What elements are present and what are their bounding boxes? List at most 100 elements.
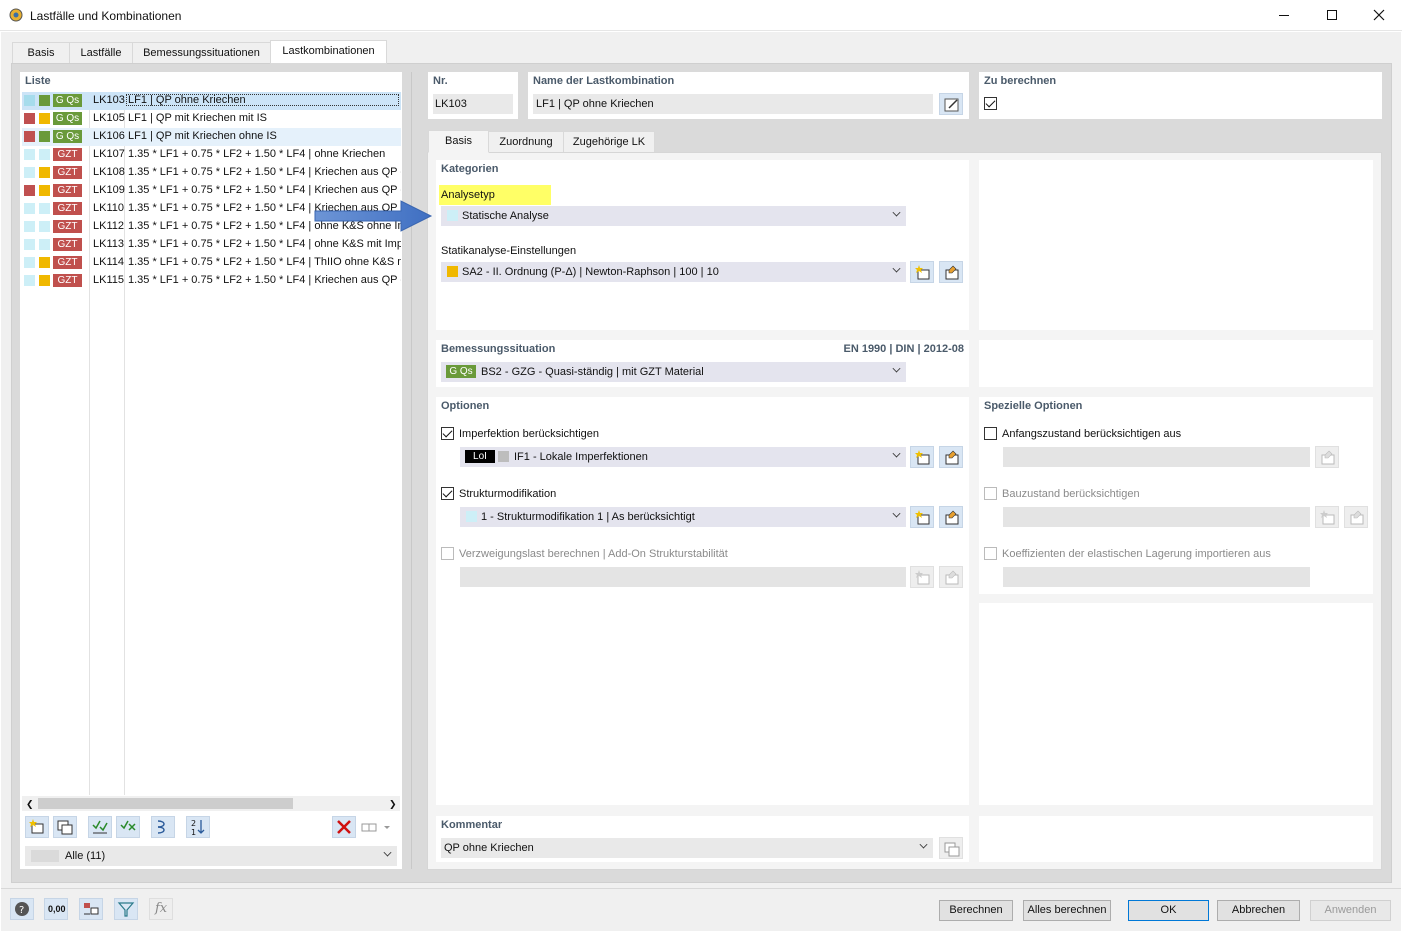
splitter[interactable] [411, 72, 412, 869]
abbrechen-button[interactable]: Abbrechen [1217, 900, 1300, 921]
koeff-checkbox[interactable] [984, 547, 997, 560]
model-icon[interactable] [79, 898, 103, 920]
edit-verzweigung-button[interactable] [939, 566, 963, 588]
imperfektion-swatch [498, 451, 509, 462]
scroll-thumb[interactable] [38, 798, 293, 809]
settings-select[interactable]: SA2 - II. Ordnung (P-Δ) | Newton-Raphson… [441, 262, 906, 282]
chevron-down-icon [892, 509, 901, 518]
list-item[interactable]: GZT LK114 1.35 * LF1 + 0.75 * LF2 + 1.50 *… [22, 254, 401, 272]
copy-item-button[interactable] [53, 816, 77, 838]
list-item[interactable]: G Qs LK105 LF1 | QP mit Kriechen mit IS [22, 110, 401, 128]
imperfektion-label: Imperfektion berücksichtigen [459, 428, 600, 440]
filter-color-swatch [31, 850, 59, 862]
maximize-icon[interactable] [1327, 10, 1337, 20]
help-icon[interactable]: ? [10, 898, 34, 920]
nr-field[interactable]: LK103 [433, 94, 513, 114]
subtab-zuordnung[interactable]: Zuordnung [488, 131, 564, 153]
analysetyp-label: Analysetyp [441, 189, 495, 201]
list-item[interactable]: GZT LK107 1.35 * LF1 + 0.75 * LF2 + 1.50 *… [22, 146, 401, 164]
check-all-button[interactable] [88, 816, 112, 838]
name-field[interactable]: LF1 | QP ohne Kriechen [533, 94, 933, 114]
new-item-button[interactable] [25, 816, 49, 838]
edit-imperfektion-button[interactable] [939, 446, 963, 468]
list-item[interactable]: GZT LK108 1.35 * LF1 + 0.75 * LF2 + 1.50 *… [22, 164, 401, 182]
tab-lastkombinationen[interactable]: Lastkombinationen [270, 40, 387, 64]
sort-button[interactable]: 21 [186, 816, 210, 838]
calc-checkbox[interactable] [984, 97, 997, 110]
new-imperfektion-button[interactable] [910, 446, 934, 468]
verzweigung-checkbox[interactable] [441, 547, 454, 560]
alles-berechnen-button[interactable]: Alles berechnen [1023, 900, 1111, 921]
new-struktur-button[interactable] [910, 506, 934, 528]
subtab-zugehoerige-lk[interactable]: Zugehörige LK [563, 131, 655, 153]
anfang-select[interactable] [1003, 447, 1310, 467]
kommentar-copy-button[interactable] [939, 837, 963, 859]
filter-icon[interactable] [114, 898, 138, 920]
anfang-label: Anfangszustand berücksichtigen aus [1002, 428, 1182, 440]
row-badge: GZT [53, 202, 82, 215]
bau-checkbox[interactable] [984, 487, 997, 500]
spezielle-empty-panel [979, 603, 1373, 805]
list-item[interactable]: GZT LK113 1.35 * LF1 + 0.75 * LF2 + 1.50 *… [22, 236, 401, 254]
svg-text:2: 2 [191, 819, 196, 828]
anfang-checkbox[interactable] [984, 427, 997, 440]
struktur-checkbox[interactable] [441, 487, 454, 500]
edit-bau-button[interactable] [1344, 506, 1368, 528]
subtab-basis[interactable]: Basis [428, 130, 489, 153]
list-filter-select[interactable]: Alle (11) [25, 846, 397, 866]
nr-value: LK103 [435, 98, 467, 110]
spezielle-panel: Spezielle Optionen Anfangszustand berück… [979, 397, 1373, 594]
tab-basis[interactable]: Basis [12, 42, 70, 64]
imperfektion-checkbox[interactable] [441, 427, 454, 440]
renumber-button[interactable] [151, 816, 175, 838]
minimize-icon[interactable] [1279, 15, 1289, 16]
row-name: LF1 | QP mit Kriechen mit IS [128, 112, 267, 124]
bemessung-panel: Bemessungssituation EN 1990 | DIN | 2012… [436, 340, 969, 387]
imperfektion-select[interactable]: LoI IF1 - Lokale Imperfektionen [460, 447, 906, 467]
new-verzweigung-button[interactable] [910, 566, 934, 588]
list-item[interactable]: G Qs LK103 LF1 | QP ohne Kriechen [22, 92, 401, 110]
struktur-select[interactable]: 1 - Strukturmodifikation 1 | As berücksi… [460, 507, 906, 527]
koeff-select[interactable] [1003, 567, 1310, 587]
chevron-down-icon [892, 264, 901, 273]
svg-text:1: 1 [191, 828, 196, 836]
row-type-swatch [39, 95, 50, 106]
tab-lastfaelle[interactable]: Lastfälle [69, 42, 133, 64]
bemessung-select[interactable]: G Qs BS2 - GZG - Quasi-ständig | mit GZT… [441, 362, 906, 382]
tab-bemessungssituationen[interactable]: Bemessungssituationen [132, 42, 271, 64]
bau-select[interactable] [1003, 507, 1310, 527]
row-number: LK114 [93, 256, 124, 268]
ok-button[interactable]: OK [1128, 900, 1209, 921]
edit-name-button[interactable] [939, 93, 963, 115]
chevron-down-icon [919, 840, 928, 849]
delete-button[interactable] [332, 816, 356, 838]
kommentar-select[interactable]: QP ohne Kriechen [441, 838, 933, 858]
row-type-swatch [39, 149, 50, 160]
view-options-icon[interactable] [360, 819, 396, 837]
bemessung-badge: G Qs [446, 365, 476, 378]
list-scrollbar[interactable]: ❮ ❯ [22, 796, 400, 811]
analysetyp-value: Statische Analyse [462, 210, 549, 222]
edit-settings-button[interactable] [939, 261, 963, 283]
anwenden-button[interactable]: Anwenden [1310, 900, 1391, 921]
new-bau-button[interactable] [1315, 506, 1339, 528]
units-icon[interactable]: 0,00 [44, 898, 68, 920]
edit-anfang-button[interactable] [1315, 446, 1339, 468]
bemessung-value: BS2 - GZG - Quasi-ständig | mit GZT Mate… [481, 366, 704, 378]
edit-struktur-button[interactable] [939, 506, 963, 528]
verzweigung-select[interactable] [460, 567, 906, 587]
row-badge: G Qs [53, 112, 82, 125]
row-number: LK103 [93, 94, 125, 106]
list-item[interactable]: GZT LK115 1.35 * LF1 + 0.75 * LF2 + 1.50 *… [22, 272, 401, 290]
berechnen-button[interactable]: Berechnen [939, 900, 1013, 921]
scroll-left-icon[interactable]: ❮ [26, 799, 34, 810]
row-name: LF1 | QP ohne Kriechen [126, 94, 399, 106]
formula-icon[interactable]: fx [149, 898, 173, 920]
optionen-title: Optionen [441, 400, 490, 412]
analysetyp-select[interactable]: Statische Analyse [441, 206, 906, 226]
new-settings-button[interactable] [910, 261, 934, 283]
list-item[interactable]: G Qs LK106 LF1 | QP mit Kriechen ohne IS [22, 128, 401, 146]
scroll-right-icon[interactable]: ❯ [389, 799, 397, 810]
close-icon[interactable] [1372, 8, 1386, 22]
toggle-check-button[interactable] [116, 816, 140, 838]
